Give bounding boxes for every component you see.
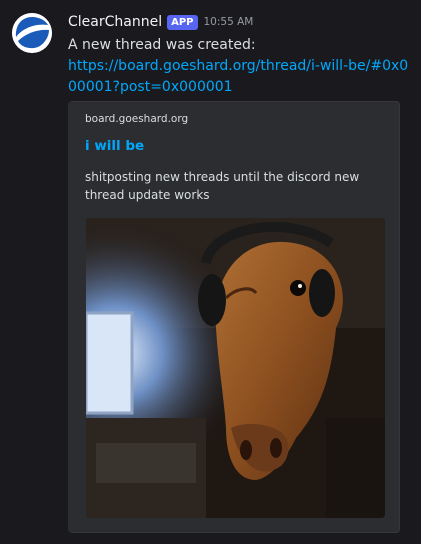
embed-description: shitposting new threads until the discor… — [85, 170, 360, 202]
message-timestamp[interactable]: 10:55 AM — [204, 16, 254, 28]
thread-link[interactable]: https://board.goeshard.org/thread/i-will… — [68, 58, 408, 95]
message-header: ClearChannel APP 10:55 AM — [68, 12, 253, 32]
message-content: A new thread was created: https://board.… — [68, 35, 414, 98]
chat-message: ClearChannel APP 10:55 AM A new thread w… — [0, 0, 421, 544]
embed-title[interactable]: i will be — [85, 138, 144, 154]
link-embed: board.goeshard.org i will be shitposting… — [68, 101, 400, 533]
app-badge: APP — [167, 14, 198, 30]
embed-image[interactable] — [86, 218, 385, 518]
horse-with-headphones-image — [86, 218, 385, 518]
bot-avatar[interactable] — [12, 13, 52, 53]
embed-provider: board.goeshard.org — [85, 113, 189, 125]
clearchannel-logo-icon — [12, 13, 52, 53]
author-name[interactable]: ClearChannel — [68, 14, 162, 30]
message-text: A new thread was created: — [68, 37, 256, 53]
